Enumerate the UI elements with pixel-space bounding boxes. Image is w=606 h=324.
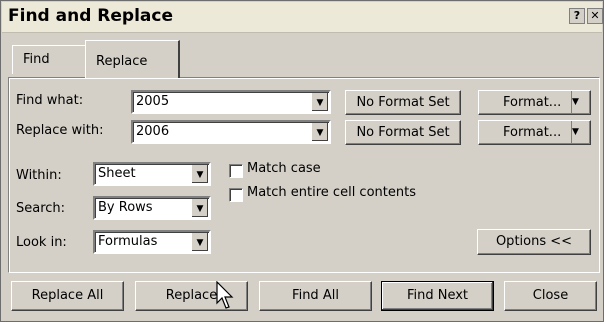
replace-with-combo[interactable]: 2006 ▼ — [131, 120, 331, 144]
find-format-button[interactable]: Format... ▼ — [478, 90, 591, 115]
close-icon[interactable]: ✕ — [587, 8, 603, 24]
search-value: By Rows — [98, 200, 153, 215]
within-label: Within: — [16, 168, 62, 183]
options-button[interactable]: Options << — [477, 229, 591, 255]
match-entire-checkbox[interactable] — [229, 188, 243, 202]
find-what-value: 2005 — [136, 94, 170, 109]
within-value: Sheet — [98, 166, 136, 181]
find-format-status: No Format Set — [345, 90, 461, 115]
tab-find[interactable]: Find — [12, 45, 88, 74]
close-button[interactable]: Close — [504, 281, 597, 311]
find-next-button[interactable]: Find Next — [381, 281, 494, 311]
chevron-down-icon[interactable]: ▼ — [191, 165, 208, 183]
dialog-title: Find and Replace — [8, 6, 173, 26]
within-select[interactable]: Sheet ▼ — [93, 162, 211, 186]
replace-with-label: Replace with: — [16, 123, 104, 138]
replace-format-button[interactable]: Format... ▼ — [478, 120, 591, 145]
title-bar: Find and Replace ? ✕ — [2, 2, 603, 33]
find-all-button[interactable]: Find All — [259, 281, 372, 311]
help-icon[interactable]: ? — [569, 8, 585, 24]
match-case-label: Match case — [247, 161, 321, 176]
chevron-down-icon[interactable]: ▼ — [191, 233, 208, 251]
search-select[interactable]: By Rows ▼ — [93, 196, 211, 220]
look-in-select[interactable]: Formulas ▼ — [93, 230, 211, 254]
chevron-down-icon[interactable]: ▼ — [571, 121, 588, 144]
mouse-cursor-icon — [216, 281, 234, 309]
replace-format-label: Format... — [503, 125, 562, 140]
replace-format-status: No Format Set — [345, 120, 461, 145]
find-format-label: Format... — [503, 95, 562, 110]
chevron-down-icon[interactable]: ▼ — [311, 123, 328, 141]
find-what-label: Find what: — [16, 93, 84, 108]
find-replace-dialog: Find and Replace ? ✕ Find Replace Find w… — [0, 0, 604, 322]
replace-all-button[interactable]: Replace All — [11, 281, 124, 311]
match-entire-label: Match entire cell contents — [247, 185, 416, 200]
replace-with-value: 2006 — [136, 124, 170, 139]
tab-find-label: Find — [23, 52, 50, 67]
find-what-combo[interactable]: 2005 ▼ — [131, 90, 331, 114]
match-case-checkbox[interactable] — [229, 164, 243, 178]
look-in-label: Look in: — [16, 235, 67, 250]
chevron-down-icon[interactable]: ▼ — [571, 91, 588, 114]
search-label: Search: — [16, 201, 66, 216]
look-in-value: Formulas — [98, 234, 158, 249]
chevron-down-icon[interactable]: ▼ — [311, 93, 328, 111]
tab-replace[interactable]: Replace — [85, 40, 180, 78]
tab-replace-label: Replace — [96, 54, 148, 69]
chevron-down-icon[interactable]: ▼ — [191, 199, 208, 217]
